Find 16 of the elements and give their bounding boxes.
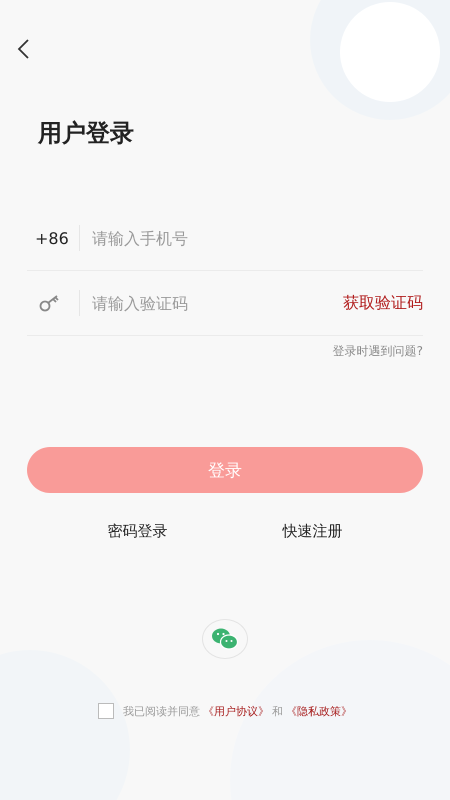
chat-bubbles-icon [211,627,239,651]
terms-link[interactable]: 《用户协议》 [203,704,269,718]
agreement-text: 我已阅读并同意 [123,704,200,718]
privacy-link[interactable]: 《隐私政策》 [286,704,352,718]
code-input-field[interactable]: 请输入验证码 [92,294,343,312]
text-link[interactable]: 快速注册 [282,522,342,541]
country-code[interactable]: +86 [27,228,79,248]
wechat-login-button[interactable] [202,619,248,659]
and-text: 和 [272,704,283,718]
phone-input-field[interactable]: 请输入手机号 [92,228,423,248]
get-code-button[interactable]: 获取验证码 [343,292,423,314]
key-icon [39,294,61,312]
back-icon[interactable] [16,38,30,60]
text-link[interactable]: 密码登录 [108,522,168,541]
agree-checkbox[interactable] [98,703,114,719]
page-title: 用户登录 [38,118,135,149]
